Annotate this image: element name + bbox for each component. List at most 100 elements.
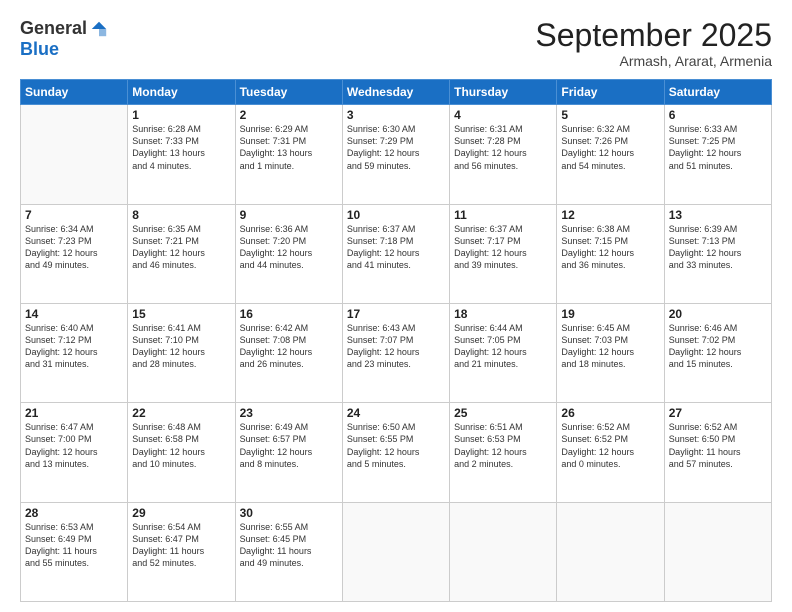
day-info: Sunrise: 6:46 AMSunset: 7:02 PMDaylight:… <box>669 322 767 371</box>
month-title: September 2025 <box>535 18 772 53</box>
day-info: Sunrise: 6:53 AMSunset: 6:49 PMDaylight:… <box>25 521 123 570</box>
day-number: 11 <box>454 208 552 222</box>
table-row: 3Sunrise: 6:30 AMSunset: 7:29 PMDaylight… <box>342 105 449 204</box>
day-info: Sunrise: 6:29 AMSunset: 7:31 PMDaylight:… <box>240 123 338 172</box>
table-row <box>450 502 557 601</box>
header-saturday: Saturday <box>664 80 771 105</box>
day-number: 21 <box>25 406 123 420</box>
table-row: 28Sunrise: 6:53 AMSunset: 6:49 PMDayligh… <box>21 502 128 601</box>
day-number: 20 <box>669 307 767 321</box>
day-number: 1 <box>132 108 230 122</box>
day-info: Sunrise: 6:28 AMSunset: 7:33 PMDaylight:… <box>132 123 230 172</box>
calendar-week-row: 7Sunrise: 6:34 AMSunset: 7:23 PMDaylight… <box>21 204 772 303</box>
day-info: Sunrise: 6:45 AMSunset: 7:03 PMDaylight:… <box>561 322 659 371</box>
location-subtitle: Armash, Ararat, Armenia <box>535 53 772 69</box>
table-row: 14Sunrise: 6:40 AMSunset: 7:12 PMDayligh… <box>21 303 128 402</box>
day-info: Sunrise: 6:44 AMSunset: 7:05 PMDaylight:… <box>454 322 552 371</box>
table-row: 9Sunrise: 6:36 AMSunset: 7:20 PMDaylight… <box>235 204 342 303</box>
day-number: 3 <box>347 108 445 122</box>
header-monday: Monday <box>128 80 235 105</box>
calendar-week-row: 28Sunrise: 6:53 AMSunset: 6:49 PMDayligh… <box>21 502 772 601</box>
table-row: 30Sunrise: 6:55 AMSunset: 6:45 PMDayligh… <box>235 502 342 601</box>
day-number: 18 <box>454 307 552 321</box>
table-row: 12Sunrise: 6:38 AMSunset: 7:15 PMDayligh… <box>557 204 664 303</box>
table-row: 19Sunrise: 6:45 AMSunset: 7:03 PMDayligh… <box>557 303 664 402</box>
table-row <box>342 502 449 601</box>
table-row: 18Sunrise: 6:44 AMSunset: 7:05 PMDayligh… <box>450 303 557 402</box>
day-info: Sunrise: 6:33 AMSunset: 7:25 PMDaylight:… <box>669 123 767 172</box>
calendar-week-row: 1Sunrise: 6:28 AMSunset: 7:33 PMDaylight… <box>21 105 772 204</box>
day-info: Sunrise: 6:40 AMSunset: 7:12 PMDaylight:… <box>25 322 123 371</box>
day-number: 29 <box>132 506 230 520</box>
day-number: 2 <box>240 108 338 122</box>
day-info: Sunrise: 6:38 AMSunset: 7:15 PMDaylight:… <box>561 223 659 272</box>
day-info: Sunrise: 6:30 AMSunset: 7:29 PMDaylight:… <box>347 123 445 172</box>
table-row: 23Sunrise: 6:49 AMSunset: 6:57 PMDayligh… <box>235 403 342 502</box>
day-info: Sunrise: 6:52 AMSunset: 6:52 PMDaylight:… <box>561 421 659 470</box>
day-number: 17 <box>347 307 445 321</box>
day-info: Sunrise: 6:34 AMSunset: 7:23 PMDaylight:… <box>25 223 123 272</box>
day-number: 22 <box>132 406 230 420</box>
table-row: 1Sunrise: 6:28 AMSunset: 7:33 PMDaylight… <box>128 105 235 204</box>
table-row: 27Sunrise: 6:52 AMSunset: 6:50 PMDayligh… <box>664 403 771 502</box>
day-number: 16 <box>240 307 338 321</box>
day-number: 15 <box>132 307 230 321</box>
table-row <box>21 105 128 204</box>
day-info: Sunrise: 6:37 AMSunset: 7:17 PMDaylight:… <box>454 223 552 272</box>
day-info: Sunrise: 6:55 AMSunset: 6:45 PMDaylight:… <box>240 521 338 570</box>
calendar-week-row: 14Sunrise: 6:40 AMSunset: 7:12 PMDayligh… <box>21 303 772 402</box>
day-number: 19 <box>561 307 659 321</box>
day-number: 24 <box>347 406 445 420</box>
day-info: Sunrise: 6:51 AMSunset: 6:53 PMDaylight:… <box>454 421 552 470</box>
day-number: 25 <box>454 406 552 420</box>
day-number: 30 <box>240 506 338 520</box>
day-info: Sunrise: 6:48 AMSunset: 6:58 PMDaylight:… <box>132 421 230 470</box>
header: General Blue September 2025 Armash, Arar… <box>20 18 772 69</box>
day-info: Sunrise: 6:36 AMSunset: 7:20 PMDaylight:… <box>240 223 338 272</box>
table-row: 4Sunrise: 6:31 AMSunset: 7:28 PMDaylight… <box>450 105 557 204</box>
title-block: September 2025 Armash, Ararat, Armenia <box>535 18 772 69</box>
day-info: Sunrise: 6:37 AMSunset: 7:18 PMDaylight:… <box>347 223 445 272</box>
table-row: 16Sunrise: 6:42 AMSunset: 7:08 PMDayligh… <box>235 303 342 402</box>
day-number: 10 <box>347 208 445 222</box>
table-row: 11Sunrise: 6:37 AMSunset: 7:17 PMDayligh… <box>450 204 557 303</box>
day-info: Sunrise: 6:43 AMSunset: 7:07 PMDaylight:… <box>347 322 445 371</box>
day-number: 23 <box>240 406 338 420</box>
day-number: 13 <box>669 208 767 222</box>
day-info: Sunrise: 6:50 AMSunset: 6:55 PMDaylight:… <box>347 421 445 470</box>
table-row: 5Sunrise: 6:32 AMSunset: 7:26 PMDaylight… <box>557 105 664 204</box>
day-number: 6 <box>669 108 767 122</box>
logo: General Blue <box>20 18 108 60</box>
day-number: 14 <box>25 307 123 321</box>
table-row: 15Sunrise: 6:41 AMSunset: 7:10 PMDayligh… <box>128 303 235 402</box>
day-number: 12 <box>561 208 659 222</box>
table-row: 24Sunrise: 6:50 AMSunset: 6:55 PMDayligh… <box>342 403 449 502</box>
table-row: 10Sunrise: 6:37 AMSunset: 7:18 PMDayligh… <box>342 204 449 303</box>
table-row: 17Sunrise: 6:43 AMSunset: 7:07 PMDayligh… <box>342 303 449 402</box>
header-wednesday: Wednesday <box>342 80 449 105</box>
day-info: Sunrise: 6:49 AMSunset: 6:57 PMDaylight:… <box>240 421 338 470</box>
day-number: 9 <box>240 208 338 222</box>
day-number: 27 <box>669 406 767 420</box>
day-number: 8 <box>132 208 230 222</box>
header-thursday: Thursday <box>450 80 557 105</box>
logo-blue-text: Blue <box>20 39 59 59</box>
table-row <box>664 502 771 601</box>
day-info: Sunrise: 6:47 AMSunset: 7:00 PMDaylight:… <box>25 421 123 470</box>
day-info: Sunrise: 6:32 AMSunset: 7:26 PMDaylight:… <box>561 123 659 172</box>
weekday-header-row: Sunday Monday Tuesday Wednesday Thursday… <box>21 80 772 105</box>
table-row: 13Sunrise: 6:39 AMSunset: 7:13 PMDayligh… <box>664 204 771 303</box>
logo-general-text: General <box>20 18 87 39</box>
table-row: 7Sunrise: 6:34 AMSunset: 7:23 PMDaylight… <box>21 204 128 303</box>
table-row: 8Sunrise: 6:35 AMSunset: 7:21 PMDaylight… <box>128 204 235 303</box>
calendar-week-row: 21Sunrise: 6:47 AMSunset: 7:00 PMDayligh… <box>21 403 772 502</box>
calendar-table: Sunday Monday Tuesday Wednesday Thursday… <box>20 79 772 602</box>
day-number: 7 <box>25 208 123 222</box>
day-number: 28 <box>25 506 123 520</box>
table-row: 29Sunrise: 6:54 AMSunset: 6:47 PMDayligh… <box>128 502 235 601</box>
table-row: 20Sunrise: 6:46 AMSunset: 7:02 PMDayligh… <box>664 303 771 402</box>
day-info: Sunrise: 6:35 AMSunset: 7:21 PMDaylight:… <box>132 223 230 272</box>
day-info: Sunrise: 6:39 AMSunset: 7:13 PMDaylight:… <box>669 223 767 272</box>
day-number: 4 <box>454 108 552 122</box>
header-sunday: Sunday <box>21 80 128 105</box>
